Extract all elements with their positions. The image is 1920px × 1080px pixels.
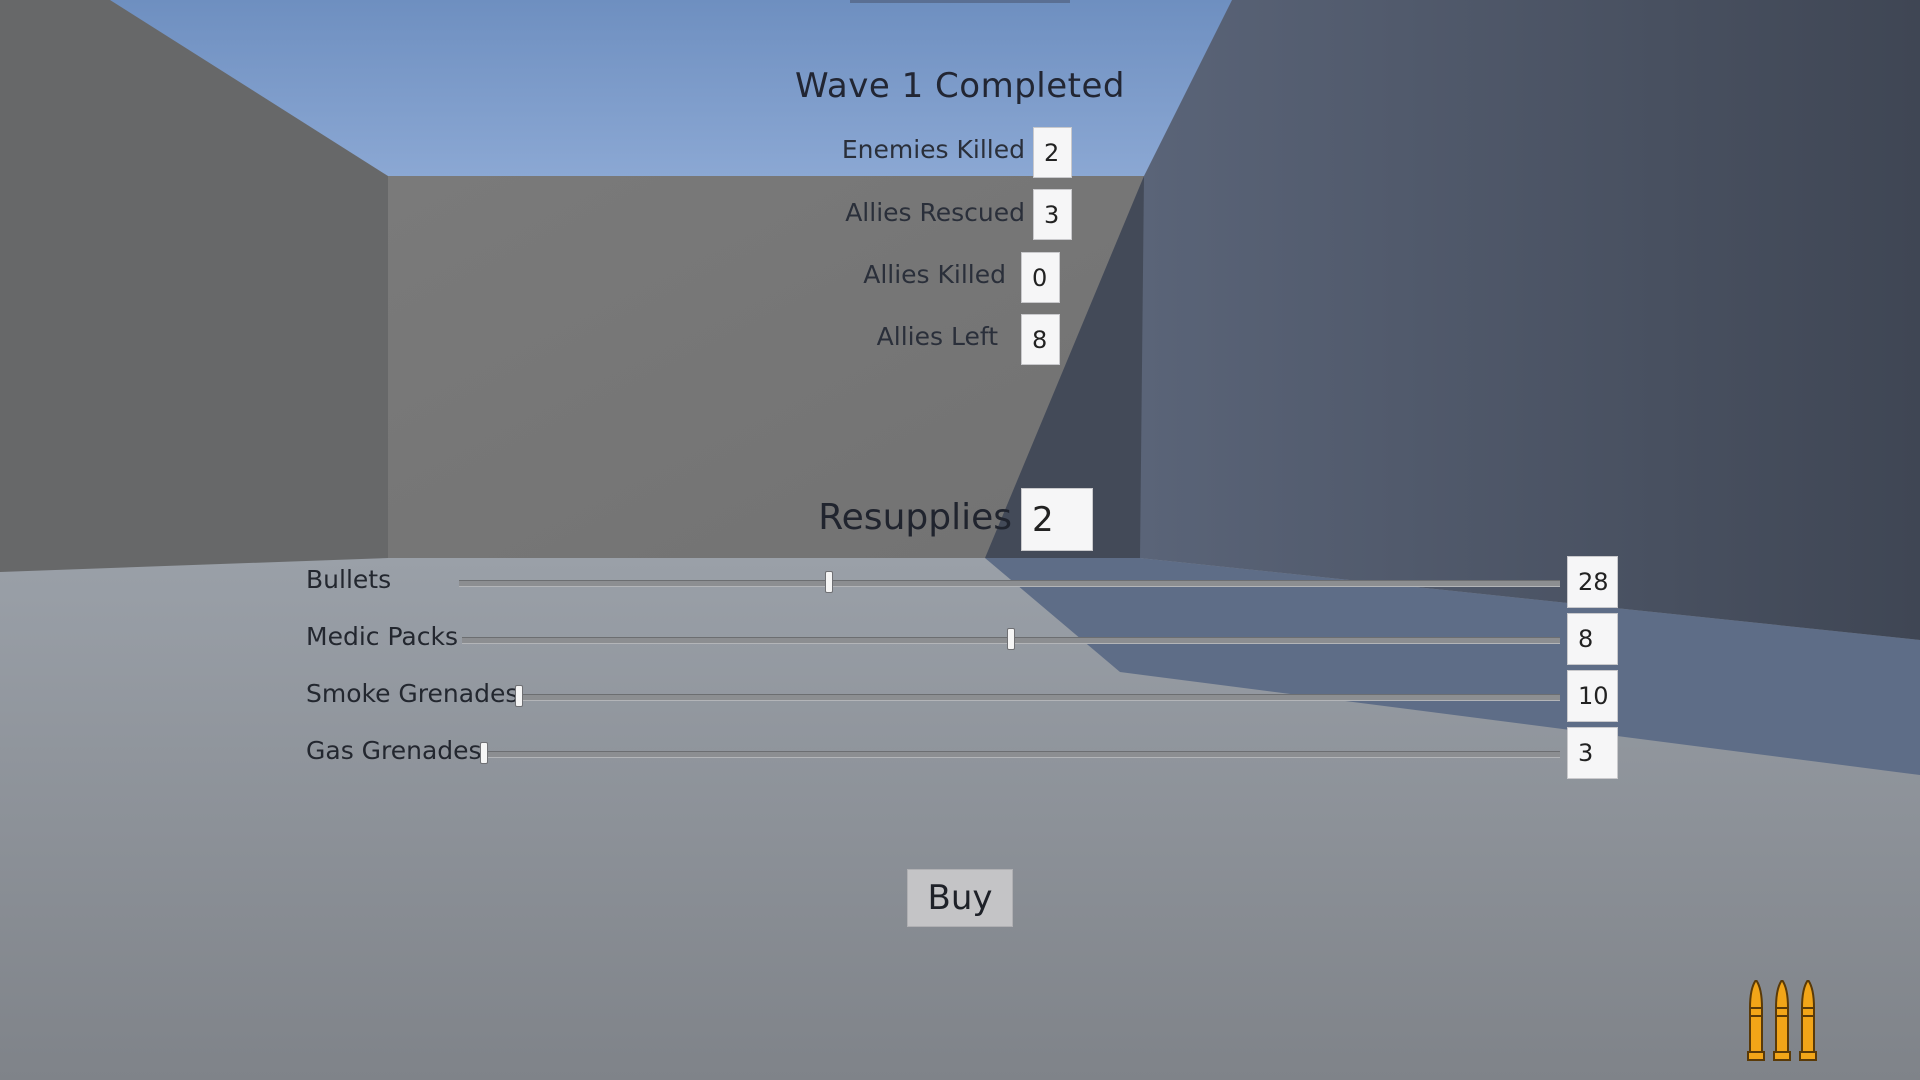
bullet-shape bbox=[1747, 980, 1765, 1061]
allies-rescued-value: 3 bbox=[1033, 189, 1072, 240]
allies-left-value: 8 bbox=[1021, 314, 1060, 365]
smoke-grenades-slider-track[interactable] bbox=[515, 685, 1560, 707]
gas-grenades-value[interactable]: 3 bbox=[1567, 727, 1618, 779]
resupplies-value: 2 bbox=[1021, 488, 1093, 551]
allies-left-label: Allies Left bbox=[876, 322, 998, 351]
enemies-killed-value: 2 bbox=[1033, 127, 1072, 178]
bullets-slider-track[interactable] bbox=[459, 571, 1560, 593]
gas-grenades-slider-handle[interactable] bbox=[480, 742, 488, 764]
medic-packs-slider-track[interactable] bbox=[462, 628, 1560, 650]
medic-packs-label: Medic Packs bbox=[306, 622, 458, 651]
buy-button[interactable]: Buy bbox=[907, 869, 1013, 927]
smoke-grenades-label: Smoke Grenades bbox=[306, 679, 519, 708]
bullets-slider-handle[interactable] bbox=[825, 571, 833, 593]
wave-title: Wave 1 Completed bbox=[794, 66, 1125, 106]
top-bar bbox=[850, 0, 1070, 3]
enemies-killed-label: Enemies Killed bbox=[841, 135, 1025, 164]
resupplies-label: Resupplies bbox=[818, 497, 1012, 538]
smoke-grenades-slider-handle[interactable] bbox=[515, 685, 523, 707]
bullets-icon bbox=[1747, 980, 1817, 1061]
allies-killed-value: 0 bbox=[1021, 252, 1060, 303]
bullets-label: Bullets bbox=[306, 565, 392, 594]
allies-rescued-label: Allies Rescued bbox=[845, 198, 1025, 227]
medic-packs-slider-handle[interactable] bbox=[1007, 628, 1015, 650]
smoke-grenades-value[interactable]: 10 bbox=[1567, 670, 1618, 722]
gas-grenades-slider-track[interactable] bbox=[480, 742, 1560, 764]
allies-killed-label: Allies Killed bbox=[863, 260, 1006, 289]
medic-packs-value[interactable]: 8 bbox=[1567, 613, 1618, 665]
right-wall bbox=[1140, 0, 1920, 640]
bullets-value[interactable]: 28 bbox=[1567, 556, 1618, 608]
gas-grenades-label: Gas Grenades bbox=[306, 736, 482, 765]
